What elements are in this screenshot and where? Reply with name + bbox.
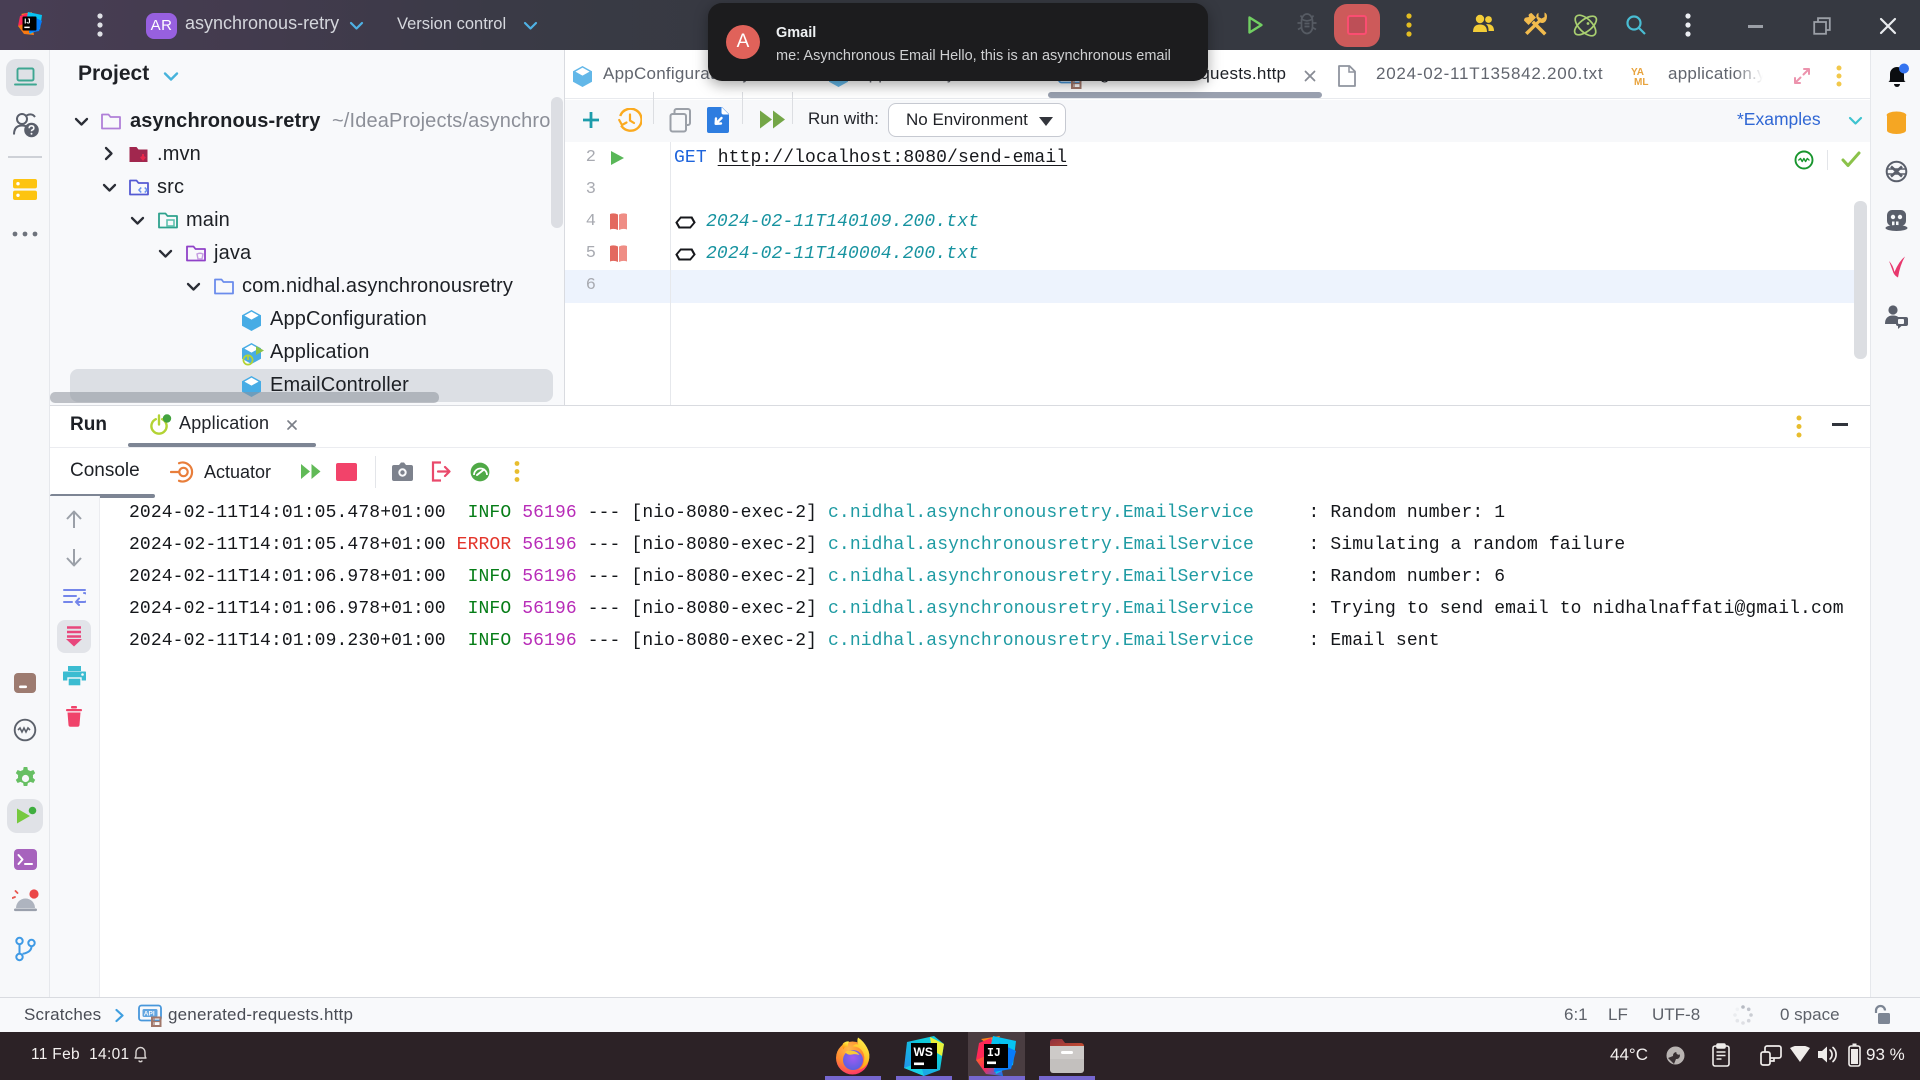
svg-text:IJ: IJ bbox=[987, 1047, 1001, 1060]
svg-text:IJ: IJ bbox=[24, 16, 30, 25]
svg-text:ML: ML bbox=[1634, 77, 1648, 86]
svg-text:WS: WS bbox=[914, 1045, 933, 1059]
